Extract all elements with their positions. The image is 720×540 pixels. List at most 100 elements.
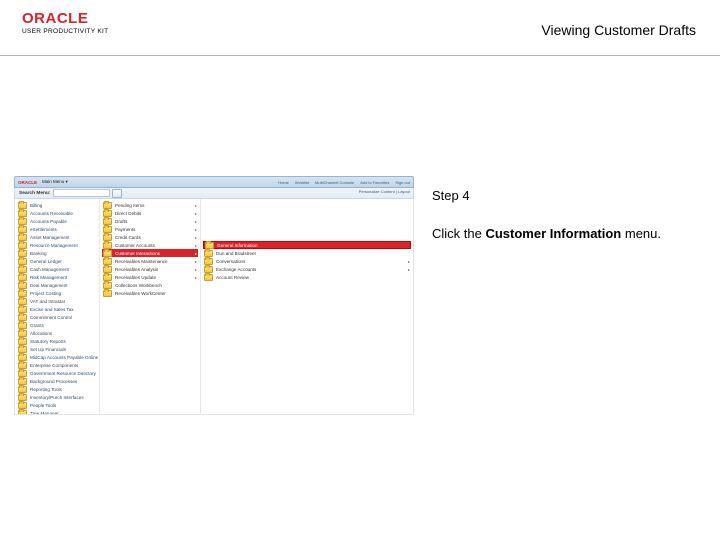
menu-item-label: Government Resource Directory	[30, 371, 96, 376]
folder-icon	[18, 218, 27, 225]
submenu-item-label: Payments	[115, 227, 135, 232]
folder-icon	[18, 394, 27, 401]
menu-item[interactable]: eSettlements	[17, 225, 97, 233]
folder-icon	[103, 258, 112, 265]
spacer	[203, 201, 411, 209]
menu-item-label: People Tools	[30, 403, 56, 408]
menu-item-label: Asset Management	[30, 235, 70, 240]
menu-item[interactable]: Billing	[17, 201, 97, 209]
app-subbar: Search Menu: Personalize Content | Layou…	[14, 188, 414, 199]
menu-item-label: Inventory/Purch Interfaces	[30, 395, 84, 400]
menu-item[interactable]: Set Up Financials	[17, 345, 97, 353]
menu-item[interactable]: Banking	[17, 249, 97, 257]
menu-item[interactable]: MidCap Accounts Payable Online	[17, 353, 97, 361]
folder-icon	[18, 402, 27, 409]
submenu-item[interactable]: Pending Items▸	[102, 201, 198, 209]
flyout-item[interactable]: Conversations▸	[203, 257, 411, 265]
folder-icon	[103, 218, 112, 225]
submenu-item[interactable]: Receivables WorkCenter	[102, 289, 198, 297]
search-go-button[interactable]	[112, 189, 122, 198]
menu-item[interactable]: Enterprise Components	[17, 361, 97, 369]
submenu-item[interactable]: Receivables Update▸	[102, 273, 198, 281]
flyout-item-label: Conversations	[216, 259, 245, 264]
menu-item[interactable]: Commitment Control	[17, 313, 97, 321]
flyout-item[interactable]: Exchange Accounts▸	[203, 265, 411, 273]
submenu-item-label: Receivables Maintenance	[115, 259, 168, 264]
submenu-item[interactable]: Receivables Analysis▸	[102, 265, 198, 273]
folder-icon	[103, 274, 112, 281]
menu-col-1: BillingAccounts ReceivableAccounts Payab…	[15, 199, 100, 414]
flyout-item-label: Dun and Bradstreet	[216, 251, 256, 256]
spacer	[203, 233, 411, 241]
main-menu-dropdown[interactable]: Main Menu ▾	[42, 179, 68, 185]
nav-worklist[interactable]: Worklist	[295, 180, 309, 185]
folder-icon	[18, 306, 27, 313]
menu-item[interactable]: Statutory Reports	[17, 337, 97, 345]
menu-item[interactable]: Inventory/Purch Interfaces	[17, 393, 97, 401]
submenu-item[interactable]: Receivables Maintenance▸	[102, 257, 198, 265]
submenu-item-label: Collections Workbench	[115, 283, 162, 288]
folder-icon	[18, 290, 27, 297]
menu-item[interactable]: Project Costing	[17, 289, 97, 297]
flyout-item[interactable]: Dun and Bradstreet	[203, 249, 411, 257]
submenu-item[interactable]: Collections Workbench	[102, 281, 198, 289]
folder-icon	[103, 226, 112, 233]
nav-fav[interactable]: Add to Favorites	[360, 180, 389, 185]
menu-item[interactable]: Cash Management	[17, 265, 97, 273]
submenu-item[interactable]: Customer Interactions▸	[102, 249, 198, 257]
menu-item[interactable]: Accounts Receivable	[17, 209, 97, 217]
app-logo: ORACLE	[18, 180, 38, 185]
menu-item-label: Excise and Sales Tax	[30, 307, 74, 312]
instr-suffix: menu.	[621, 226, 661, 241]
expand-arrow-icon: ▸	[195, 203, 197, 208]
menu-item[interactable]: People Tools	[17, 401, 97, 409]
menu-item[interactable]: Grants	[17, 321, 97, 329]
folder-icon	[18, 298, 27, 305]
menu-item-label: Project Costing	[30, 291, 61, 296]
menu-item[interactable]: Excise and Sales Tax	[17, 305, 97, 313]
menu-panels: BillingAccounts ReceivableAccounts Payab…	[14, 199, 414, 415]
nav-home[interactable]: Home	[278, 180, 289, 185]
personalize-links[interactable]: Personalize Content | Layout	[359, 189, 410, 194]
menu-item-label: Allocations	[30, 331, 52, 336]
menu-item[interactable]: Accounts Payable	[17, 217, 97, 225]
menu-item[interactable]: Government Resource Directory	[17, 369, 97, 377]
step-label: Step 4	[432, 188, 682, 203]
folder-icon	[18, 322, 27, 329]
nav-mcc[interactable]: MultiChannel Console	[315, 180, 354, 185]
menu-item[interactable]: Risk Management	[17, 273, 97, 281]
instruction-text: Click the Customer Information menu.	[432, 225, 682, 243]
menu-item[interactable]: General Ledger	[17, 257, 97, 265]
menu-item-label: Set Up Financials	[30, 347, 66, 352]
expand-arrow-icon: ▸	[195, 211, 197, 216]
nav-signout[interactable]: Sign out	[395, 180, 410, 185]
menu-item[interactable]: VAT and Intrastat	[17, 297, 97, 305]
flyout-item-target[interactable]: General Information	[203, 241, 411, 249]
menu-item[interactable]: Reporting Tools	[17, 385, 97, 393]
folder-icon	[103, 202, 112, 209]
folder-icon	[18, 330, 27, 337]
submenu-item-label: Credit Cards	[115, 235, 141, 240]
submenu-item[interactable]: Customer Accounts▸	[102, 241, 198, 249]
search-input[interactable]	[53, 189, 110, 197]
menu-item-label: eSettlements	[30, 227, 57, 232]
submenu-item[interactable]: Direct Debits▸	[102, 209, 198, 217]
expand-arrow-icon: ▸	[195, 243, 197, 248]
menu-item-label: Risk Management	[30, 275, 67, 280]
menu-item[interactable]: Tree Manager	[17, 409, 97, 414]
menu-item-label: Resource Management	[30, 243, 78, 248]
flyout-item[interactable]: Account Review	[203, 273, 411, 281]
menu-item-label: VAT and Intrastat	[30, 299, 65, 304]
menu-item[interactable]: Asset Management	[17, 233, 97, 241]
menu-item[interactable]: Background Processes	[17, 377, 97, 385]
flyout-item-label: Account Review	[216, 275, 249, 280]
menu-item[interactable]: Resource Management	[17, 241, 97, 249]
folder-icon	[103, 266, 112, 273]
menu-item[interactable]: Allocations	[17, 329, 97, 337]
folder-icon	[18, 378, 27, 385]
menu-item[interactable]: Deal Management	[17, 281, 97, 289]
submenu-item[interactable]: Credit Cards▸	[102, 233, 198, 241]
submenu-item[interactable]: Drafts▸	[102, 217, 198, 225]
submenu-item[interactable]: Payments▸	[102, 225, 198, 233]
folder-icon	[18, 242, 27, 249]
